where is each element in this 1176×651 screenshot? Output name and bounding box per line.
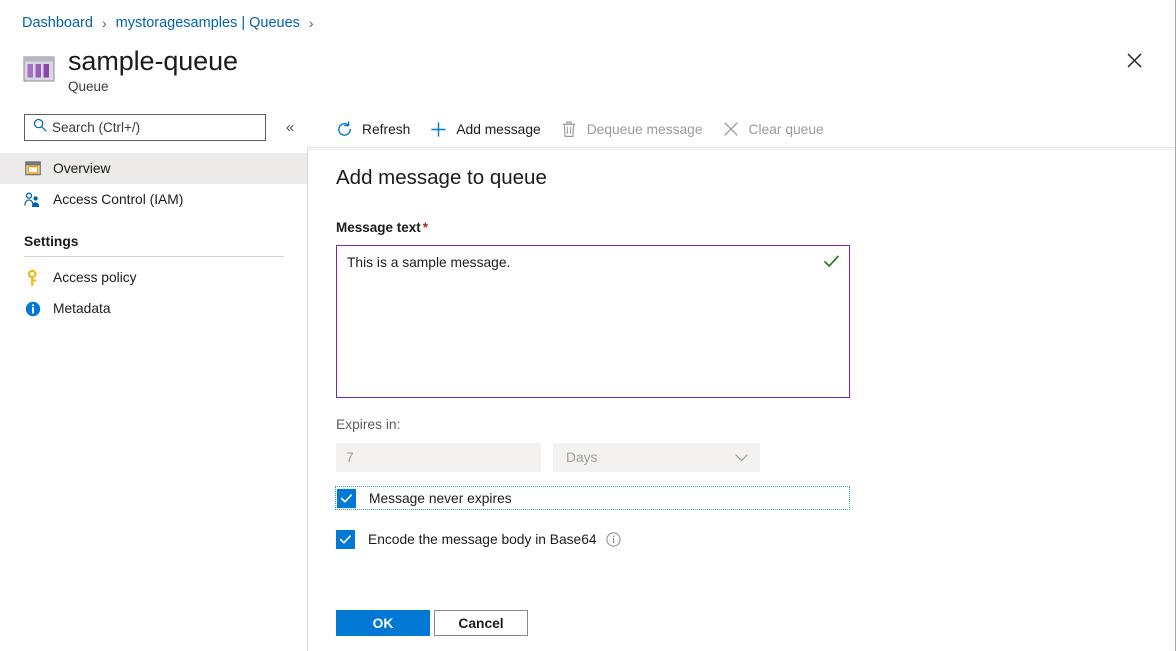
key-icon (24, 269, 41, 286)
add-message-dialog: Add message to queue Message text * This … (307, 149, 1175, 651)
info-circle-icon (24, 300, 41, 317)
trash-icon (559, 119, 579, 139)
sidebar-item-metadata[interactable]: Metadata (0, 293, 307, 324)
x-icon (721, 119, 741, 139)
sidebar-item-label: Access Control (IAM) (53, 192, 184, 207)
search-box[interactable] (24, 114, 266, 141)
overview-icon (24, 160, 41, 177)
message-text-input[interactable]: This is a sample message. (336, 245, 850, 398)
sidebar-collapse-button[interactable]: « (279, 117, 301, 139)
sidebar-item-overview[interactable]: Overview (0, 153, 307, 184)
sidebar-divider (24, 256, 284, 257)
sidebar-nav: Overview Access Control (IAM) Settings A… (0, 153, 307, 324)
dialog-button-row: OK Cancel (336, 610, 528, 636)
toolbar-button-label: Add message (456, 121, 541, 137)
refresh-icon (334, 119, 354, 139)
checkbox-row-never-expires[interactable]: Message never expires (335, 486, 850, 510)
toolbar-button-label: Clear queue (748, 121, 824, 137)
message-text-label-text: Message text (336, 220, 421, 235)
expires-in-label: Expires in: (336, 417, 401, 432)
add-message-button[interactable]: Add message (428, 113, 541, 145)
breadcrumb-separator-icon: › (101, 15, 107, 31)
ok-button[interactable]: OK (336, 610, 430, 636)
required-marker: * (422, 220, 429, 235)
sidebar: « Overview (0, 110, 307, 651)
azure-portal-queue-blade: Dashboard › mystoragesamples | Queues › … (0, 0, 1176, 651)
command-toolbar: Refresh Add message Dequeue message Clea… (307, 110, 1175, 148)
search-icon (33, 118, 47, 137)
green-check-icon (823, 253, 840, 270)
checkbox-label: Message never expires (369, 490, 512, 506)
people-icon (24, 191, 41, 208)
sidebar-item-label: Access policy (53, 270, 137, 285)
close-icon[interactable] (1118, 44, 1150, 76)
expires-unit-value: Days (566, 450, 598, 465)
page-header: sample-queue Queue (22, 45, 238, 95)
page-subtitle: Queue (68, 79, 109, 94)
sidebar-item-access-control[interactable]: Access Control (IAM) (0, 184, 307, 215)
search-input[interactable] (52, 120, 259, 135)
toolbar-divider (307, 147, 1175, 148)
expires-amount-input[interactable]: 7 (336, 443, 541, 472)
toolbar-button-label: Refresh (362, 121, 411, 137)
sidebar-section-settings: Settings (24, 234, 79, 249)
checkbox-label: Encode the message body in Base64 (368, 532, 597, 547)
clear-queue-button[interactable]: Clear queue (721, 113, 824, 145)
sidebar-search-row: « (24, 114, 301, 141)
breadcrumb-separator-icon: › (308, 15, 314, 31)
info-icon[interactable] (605, 532, 621, 547)
plus-icon (428, 119, 448, 139)
sidebar-item-access-policy[interactable]: Access policy (0, 262, 307, 293)
toolbar-button-label: Dequeue message (586, 121, 703, 137)
sidebar-item-label: Overview (53, 161, 111, 176)
breadcrumb: Dashboard › mystoragesamples | Queues › (22, 12, 323, 34)
expires-unit-select[interactable]: Days (553, 443, 760, 472)
dialog-title: Add message to queue (336, 166, 547, 189)
checkbox-row-base64[interactable]: Encode the message body in Base64 (336, 530, 621, 549)
message-text-value: This is a sample message. (347, 255, 511, 270)
cancel-button[interactable]: Cancel (434, 610, 528, 636)
checkbox-encode-base64[interactable] (336, 530, 355, 549)
chevron-down-icon (735, 450, 748, 465)
breadcrumb-item-dashboard[interactable]: Dashboard (22, 15, 93, 31)
queue-icon (22, 52, 56, 86)
checkbox-never-expires[interactable] (337, 488, 356, 508)
message-text-label: Message text * (336, 220, 428, 235)
expires-amount-value: 7 (346, 450, 354, 465)
refresh-button[interactable]: Refresh (334, 113, 410, 145)
breadcrumb-item-storage-queues[interactable]: mystoragesamples | Queues (116, 15, 300, 31)
dequeue-message-button[interactable]: Dequeue message (559, 113, 703, 145)
page-title: sample-queue (68, 46, 238, 76)
sidebar-item-label: Metadata (53, 301, 111, 316)
